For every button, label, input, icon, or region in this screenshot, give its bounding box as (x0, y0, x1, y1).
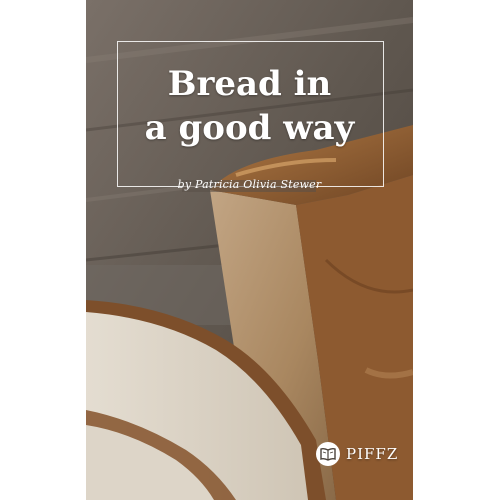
author-byline: by Patricia Olivia Stewer (177, 178, 322, 191)
publisher-mark: PIFFZ (316, 441, 398, 467)
open-book-icon (316, 442, 340, 466)
publisher-name: PIFFZ (346, 445, 399, 463)
title-line-1: Bread in (167, 64, 332, 104)
title-line-2: a good way (144, 108, 355, 148)
book-cover: Bread in a good way by Patricia Olivia S… (86, 0, 413, 500)
book-title: Bread in a good way (86, 62, 413, 150)
